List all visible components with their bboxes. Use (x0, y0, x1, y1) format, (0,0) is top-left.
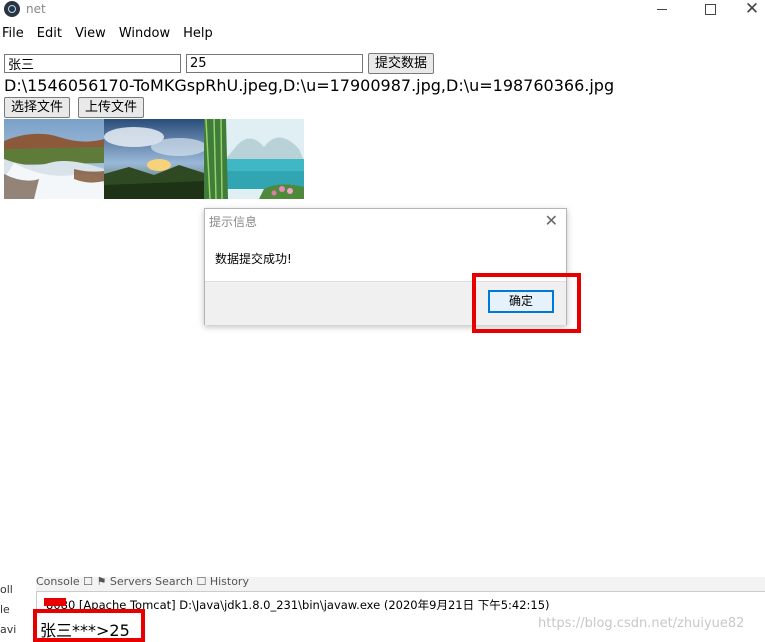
dialog-title: 提示信息 (209, 215, 258, 229)
watermark: https://blog.csdn.net/zhuiyue82 (538, 616, 745, 631)
dialog-close-icon[interactable]: ✕ (545, 211, 558, 230)
output-highlight-box (33, 609, 145, 642)
console-tab-bar[interactable]: Console ☐ ⚑ Servers Search ☐ History (36, 577, 765, 592)
lake-bamboo-image (204, 119, 304, 199)
maximize-icon (704, 3, 716, 15)
age-input[interactable] (186, 54, 363, 73)
upload-file-button[interactable]: 上传文件 (78, 97, 145, 118)
maximize-button[interactable] (688, 0, 732, 20)
electron-app-icon (4, 1, 20, 17)
submit-data-button[interactable]: 提交数据 (368, 53, 435, 74)
menu-file[interactable]: File (0, 24, 31, 44)
console-side-column: oll le avi (0, 577, 37, 642)
side-text-3: avi (0, 623, 17, 636)
menu-edit[interactable]: Edit (35, 24, 69, 44)
menu-view[interactable]: View (73, 24, 113, 44)
title-bar: net ✕ (0, 0, 765, 20)
window-close-button[interactable]: ✕ (730, 0, 765, 20)
sunset-sky-image (104, 119, 204, 199)
menu-window[interactable]: Window (117, 24, 177, 44)
side-text-1: oll (0, 583, 13, 596)
menu-bar: File Edit View Window Help (0, 24, 224, 44)
selected-file-paths: D:\1546056170-ToMKGspRhU.jpeg,D:\u=17900… (4, 76, 615, 95)
ok-highlight-box (472, 273, 581, 333)
choose-file-button[interactable]: 选择文件 (4, 97, 71, 118)
window-title: net (26, 2, 46, 16)
side-text-2: le (0, 603, 10, 616)
minimize-button[interactable] (640, 0, 684, 20)
dialog-message: 数据提交成功! (215, 252, 292, 266)
redaction-mark (44, 598, 66, 606)
minimize-icon (657, 8, 667, 10)
menu-help[interactable]: Help (181, 24, 220, 44)
waterfall-image (4, 119, 104, 199)
name-input[interactable] (4, 54, 181, 73)
